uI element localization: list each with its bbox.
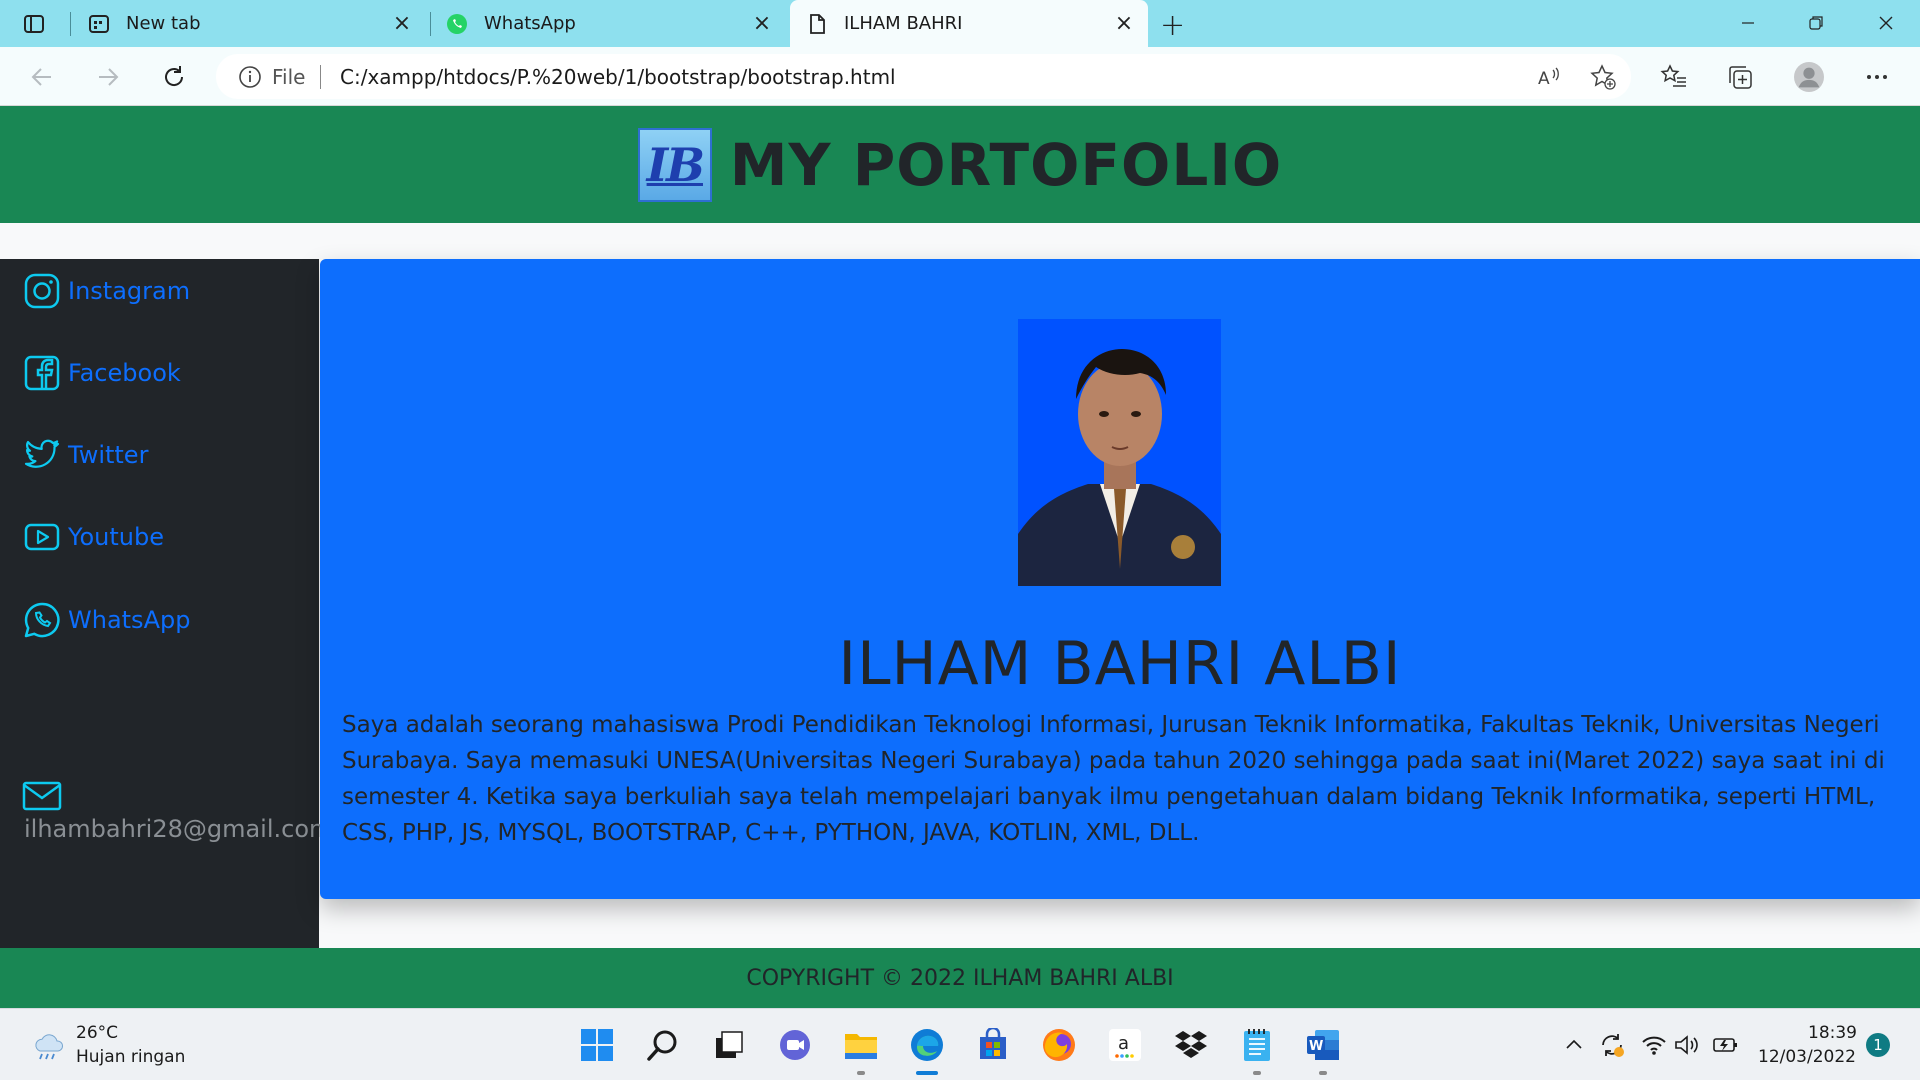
dropbox-icon[interactable]: [1169, 1023, 1213, 1067]
sidebar-link-instagram[interactable]: Instagram: [22, 271, 190, 311]
instagram-icon: [22, 271, 62, 311]
tab-new-tab[interactable]: New tab ×: [86, 0, 426, 47]
url-separator: [320, 65, 321, 89]
sidebar-link-youtube[interactable]: Youtube: [22, 517, 164, 557]
site-footer: COPYRIGHT © 2022 ILHAM BAHRI ALBI: [0, 948, 1920, 1008]
sync-icon[interactable]: [1598, 1031, 1626, 1059]
tab-ilham-bahri[interactable]: ILHAM BAHRI ×: [790, 0, 1148, 47]
tab-separator: [430, 12, 431, 36]
edge-icon[interactable]: [905, 1023, 949, 1067]
site-title: MY PORTOFOLIO: [729, 130, 1283, 199]
profile-bio: Saya adalah seorang mahasiswa Prodi Pend…: [342, 712, 1885, 846]
sidebar: Instagram Facebook Twitter Youtube Whats…: [0, 259, 332, 948]
task-view-icon[interactable]: [707, 1023, 751, 1067]
more-options-icon[interactable]: [1862, 62, 1892, 92]
favorites-icon[interactable]: [1659, 62, 1689, 92]
svg-text:a: a: [1118, 1033, 1129, 1054]
svg-text:W: W: [1309, 1039, 1323, 1054]
amazon-icon[interactable]: a: [1103, 1023, 1147, 1067]
twitter-icon: [22, 435, 62, 475]
word-icon[interactable]: W: [1301, 1023, 1345, 1067]
refresh-icon[interactable]: [158, 61, 190, 93]
search-icon[interactable]: [641, 1023, 685, 1067]
sidebar-link-label: Instagram: [68, 277, 191, 305]
sidebar-link-label: Facebook: [68, 359, 181, 387]
tab-label: WhatsApp: [484, 13, 576, 34]
weather-rain-icon[interactable]: [32, 1033, 66, 1061]
tab-actions-icon[interactable]: [22, 12, 46, 36]
site-header: IB MY PORTOFOLIO: [0, 106, 1920, 223]
weather-description[interactable]: Hujan ringan: [76, 1047, 185, 1067]
add-favorite-icon[interactable]: [1590, 64, 1616, 90]
profile-avatar[interactable]: [1794, 62, 1824, 92]
notepad-icon[interactable]: [1235, 1023, 1279, 1067]
newtab-icon: [88, 13, 110, 35]
tab-separator: [70, 12, 71, 36]
profile-card: ILHAM BAHRI ALBI Saya adalah seorang mah…: [320, 259, 1920, 899]
url-scheme-label: File: [272, 65, 306, 89]
site-logo: IB: [637, 127, 712, 202]
tab-whatsapp[interactable]: WhatsApp ×: [446, 0, 786, 47]
firefox-icon[interactable]: [1037, 1023, 1081, 1067]
microsoft-store-icon[interactable]: [971, 1023, 1015, 1067]
email-icon: [22, 779, 64, 813]
sidebar-link-twitter[interactable]: Twitter: [22, 435, 148, 475]
close-tab-icon[interactable]: ×: [752, 11, 772, 36]
sidebar-link-facebook[interactable]: Facebook: [22, 353, 181, 393]
profile-photo: [1018, 319, 1221, 586]
email-address[interactable]: ilhambahri28@gmail.com: [24, 815, 332, 843]
running-indicator: [857, 1071, 865, 1075]
web-page: IB MY PORTOFOLIO Instagram Facebook Twit…: [0, 106, 1920, 1008]
whatsapp-icon: [22, 600, 62, 640]
sidebar-link-label: Youtube: [68, 523, 164, 551]
weather-temperature[interactable]: 26°C: [76, 1023, 118, 1043]
file-explorer-icon[interactable]: [839, 1023, 883, 1067]
profile-name: ILHAM BAHRI ALBI: [838, 629, 1402, 699]
new-tab-button[interactable]: +: [1160, 8, 1185, 43]
address-bar[interactable]: File C:/xampp/htdocs/P.%20web/1/bootstra…: [216, 54, 1631, 99]
svg-text:A: A: [1538, 69, 1550, 89]
notification-badge[interactable]: 1: [1866, 1033, 1890, 1057]
taskbar: 26°C Hujan ringan a W 18:39 12/03/2022 1: [0, 1008, 1920, 1080]
running-indicator: [1319, 1071, 1327, 1075]
start-icon[interactable]: [575, 1023, 619, 1067]
forward-icon[interactable]: [92, 61, 124, 93]
volume-icon[interactable]: [1672, 1031, 1700, 1059]
show-hidden-icons-icon[interactable]: [1560, 1031, 1588, 1059]
active-indicator: [916, 1071, 938, 1075]
close-tab-icon[interactable]: ×: [392, 11, 412, 36]
chat-icon[interactable]: [773, 1023, 817, 1067]
logo-text: IB: [646, 137, 705, 192]
sidebar-link-whatsapp[interactable]: WhatsApp: [22, 600, 190, 640]
whatsapp-icon: [446, 13, 468, 35]
document-icon: [806, 13, 828, 35]
restore-icon[interactable]: [1801, 10, 1831, 36]
sidebar-link-label: WhatsApp: [68, 606, 191, 634]
browser-toolbar: File C:/xampp/htdocs/P.%20web/1/bootstra…: [0, 47, 1920, 106]
url-text[interactable]: C:/xampp/htdocs/P.%20web/1/bootstrap/boo…: [340, 65, 896, 89]
read-aloud-icon[interactable]: A: [1536, 64, 1562, 90]
wifi-icon[interactable]: [1640, 1031, 1668, 1059]
clock-date[interactable]: 12/03/2022: [1758, 1047, 1856, 1067]
close-window-icon[interactable]: [1871, 10, 1901, 36]
facebook-icon: [22, 353, 62, 393]
back-icon[interactable]: [26, 61, 58, 93]
minimize-icon[interactable]: [1733, 10, 1763, 36]
sidebar-link-label: Twitter: [68, 441, 149, 469]
info-icon[interactable]: [238, 65, 262, 89]
youtube-icon: [22, 517, 62, 557]
close-tab-icon[interactable]: ×: [1114, 11, 1134, 36]
running-indicator: [1253, 1071, 1261, 1075]
collections-icon[interactable]: [1725, 62, 1755, 92]
clock-time[interactable]: 18:39: [1808, 1023, 1857, 1043]
battery-icon[interactable]: [1710, 1031, 1738, 1059]
browser-tabstrip: New tab × WhatsApp × ILHAM BAHRI × +: [0, 0, 1920, 47]
tab-label: ILHAM BAHRI: [844, 13, 963, 34]
tab-label: New tab: [126, 13, 201, 34]
